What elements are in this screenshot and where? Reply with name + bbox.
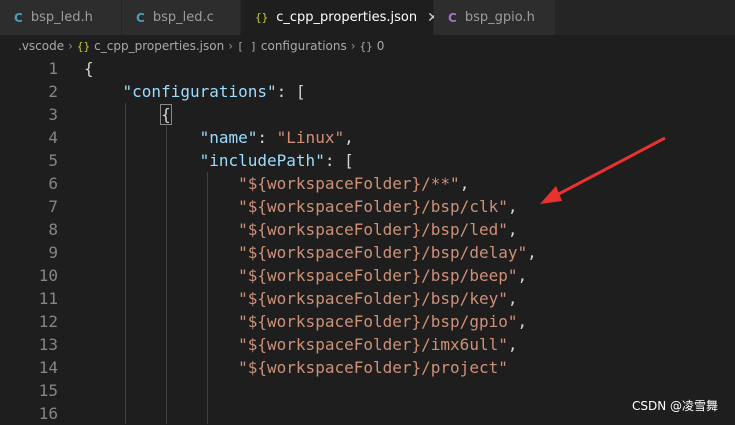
line-number: 8 [48, 220, 58, 239]
line-number: 9 [48, 243, 58, 262]
line-number: 7 [48, 197, 58, 216]
tab-label: bsp_led.c [152, 10, 214, 25]
breadcrumb-item-configurations[interactable]: configurations [261, 39, 347, 53]
line-number: 15 [38, 381, 58, 400]
object-icon: {} [359, 39, 373, 53]
tab-label: bsp_led.h [30, 10, 93, 25]
line-number: 2 [48, 82, 58, 101]
chevron-right-icon: › [350, 39, 356, 53]
line-number: 13 [38, 335, 58, 354]
code-line: "${workspaceFolder}/**", [238, 174, 470, 193]
code-content: { "configurations": [ { "name": "Linux",… [84, 57, 537, 425]
code-line: "${workspaceFolder}/bsp/gpio", [238, 312, 528, 331]
code-line: "${workspaceFolder}/bsp/led", [238, 220, 518, 239]
line-number: 4 [48, 128, 58, 147]
line-number: 11 [38, 289, 58, 308]
line-number: 16 [38, 404, 58, 423]
line-number: 6 [48, 174, 58, 193]
code-line: "${workspaceFolder}/bsp/beep", [238, 266, 528, 285]
breadcrumb-item-index[interactable]: 0 [377, 39, 385, 53]
breadcrumb-item-file[interactable]: c_cpp_properties.json [94, 39, 224, 53]
code-line: "configurations": [ [122, 82, 306, 101]
line-number: 1 [48, 59, 58, 78]
code-line: { [160, 104, 172, 125]
code-line: "${workspaceFolder}/bsp/delay", [238, 243, 537, 262]
line-number: 14 [38, 358, 58, 377]
tab-label: c_cpp_properties.json [276, 10, 418, 25]
c-file-icon: C [448, 10, 457, 25]
code-line: "${workspaceFolder}/project" [238, 358, 508, 377]
code-line: "${workspaceFolder}/bsp/key", [238, 289, 518, 308]
array-icon: [ ] [237, 39, 257, 53]
json-file-icon: {} [255, 11, 269, 24]
tab-bsp-gpio-h[interactable]: C bsp_gpio.h [434, 0, 556, 35]
code-line: "name": "Linux", [199, 128, 354, 147]
json-file-icon: {} [76, 39, 91, 53]
line-number: 5 [48, 151, 58, 170]
tab-label: bsp_gpio.h [464, 10, 535, 25]
c-file-icon: C [136, 10, 145, 25]
tab-bsp-led-c[interactable]: C bsp_led.c [122, 0, 241, 35]
tab-bar: C bsp_led.h C bsp_led.c {} c_cpp_propert… [0, 0, 735, 35]
tab-c-cpp-properties-json[interactable]: {} c_cpp_properties.json ✕ [241, 0, 439, 35]
breadcrumb: .vscode › {} c_cpp_properties.json › [ ]… [0, 35, 735, 57]
line-number: 12 [38, 312, 58, 331]
chevron-right-icon: › [228, 39, 233, 53]
tab-bsp-led-h[interactable]: C bsp_led.h [0, 0, 122, 35]
code-editor[interactable]: 1 2 3 4 5 6 7 8 9 10 11 12 13 14 15 16 {… [0, 57, 735, 424]
line-number-gutter: 1 2 3 4 5 6 7 8 9 10 11 12 13 14 15 16 [0, 57, 58, 425]
code-line: "includePath": [ [199, 151, 354, 170]
code-line: "${workspaceFolder}/bsp/clk", [238, 197, 518, 216]
line-number: 3 [48, 105, 58, 124]
chevron-right-icon: › [68, 39, 73, 53]
breadcrumb-item-vscode[interactable]: .vscode [18, 39, 64, 53]
code-line: { [84, 59, 94, 78]
code-line: "${workspaceFolder}/imx6ull", [238, 335, 518, 354]
c-file-icon: C [14, 10, 23, 25]
watermark: CSDN @凌雪舞 [631, 399, 718, 413]
line-number: 10 [38, 266, 58, 285]
